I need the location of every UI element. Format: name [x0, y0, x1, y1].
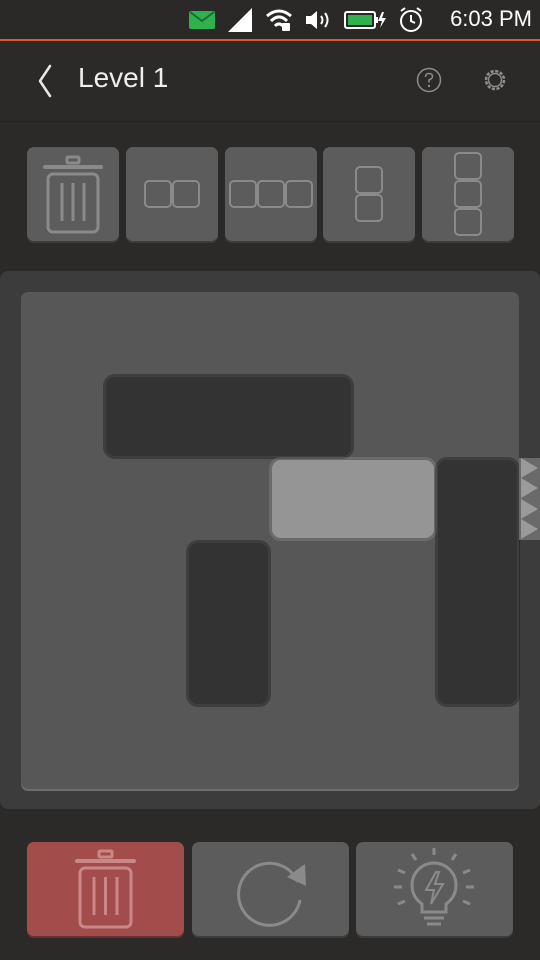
settings-button[interactable] — [482, 67, 508, 93]
puzzle-block[interactable] — [438, 459, 517, 705]
refresh-icon — [237, 861, 306, 927]
puzzle-block[interactable] — [189, 542, 268, 705]
palette-vertical-2-button[interactable] — [323, 147, 415, 243]
header-divider — [0, 121, 540, 122]
battery-charging-icon — [344, 11, 386, 29]
palette-horizontal-2-button[interactable] — [126, 147, 218, 243]
page-title: Level 1 — [78, 62, 169, 93]
back-button[interactable] — [32, 63, 60, 99]
clear-board-button[interactable] — [27, 842, 184, 938]
chevron-left-icon — [38, 64, 52, 98]
settings-icon — [484, 69, 506, 91]
vertical-3-icon — [454, 152, 482, 236]
palette-vertical-3-button[interactable] — [422, 147, 514, 243]
horizontal-2-icon — [144, 180, 200, 208]
help-icon — [416, 67, 442, 93]
puzzle-block[interactable] — [106, 376, 351, 456]
game-board[interactable] — [21, 292, 519, 789]
exit-marker — [519, 458, 540, 540]
target-block[interactable] — [272, 459, 434, 539]
volume-icon — [306, 11, 329, 29]
header: Level 1 — [0, 41, 540, 121]
status-time: 6:03 PM — [450, 6, 532, 31]
horizontal-3-icon — [229, 180, 313, 208]
hint-button[interactable] — [356, 842, 513, 938]
alarm-icon — [400, 7, 422, 32]
help-button[interactable] — [416, 67, 442, 93]
palette-horizontal-3-button[interactable] — [225, 147, 317, 243]
reset-button[interactable] — [192, 842, 349, 938]
message-icon — [189, 11, 215, 29]
lightbulb-icon — [394, 848, 474, 926]
trash-icon — [75, 849, 136, 929]
palette-delete-button[interactable] — [27, 147, 119, 243]
trash-icon — [43, 155, 103, 234]
status-bar: 6:03 PM — [0, 0, 540, 41]
vertical-2-icon — [355, 166, 383, 222]
wifi-icon — [266, 9, 292, 31]
signal-icon — [228, 8, 252, 32]
